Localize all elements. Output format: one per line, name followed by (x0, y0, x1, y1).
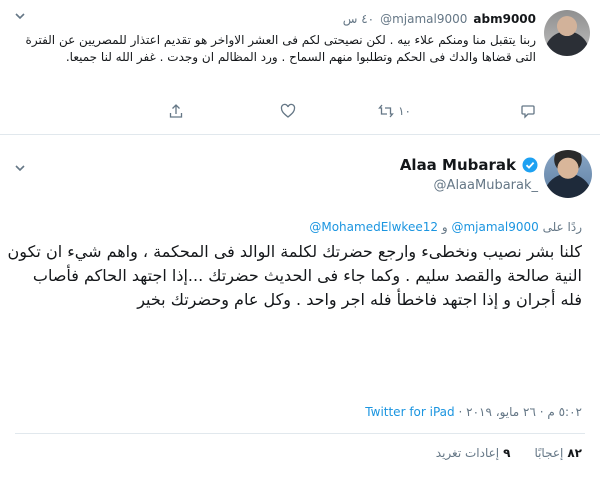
parent-tweet[interactable]: abm9000 @mjamal9000 ٤٠ س ربنا يتقبل منا … (0, 0, 600, 135)
retweet-icon (378, 104, 394, 118)
retweet-count: ١٠ (398, 104, 411, 118)
tweet-actions: ١٠ (16, 100, 536, 122)
tweet-text: كلنا بشر نصيب ونخطىء وارجع حضرتك لكلمة ا… (7, 242, 582, 309)
replying-label: ردًا على (542, 220, 582, 234)
retweet-button[interactable]: ١٠ (378, 100, 411, 122)
retweets-count: ٩ (503, 446, 511, 460)
verified-icon (522, 157, 538, 173)
retweets-label: إعادات تغريد (435, 446, 500, 460)
author-handle[interactable]: @mjamal9000 (380, 12, 467, 26)
mention-link[interactable]: @mjamal9000 (451, 220, 538, 234)
author-row: Alaa Mubarak (400, 156, 538, 174)
likes-label: إعجابًا (534, 446, 564, 460)
tweet-stats: ٩إعادات تغريد ٨٢إعجابًا (436, 446, 582, 460)
main-tweet: Alaa Mubarak @AlaaMubarak_ ردًا على @mja… (0, 140, 600, 483)
retweets-stat[interactable]: ٩إعادات تغريد (436, 446, 511, 460)
avatar[interactable] (544, 10, 590, 56)
likes-count: ٨٢ (567, 446, 582, 460)
likes-stat[interactable]: ٨٢إعجابًا (534, 446, 582, 460)
tweet-meta: ٥:٠٢ م · ٢٦ مايو، ٢٠١٩ · Twitter for iPa… (365, 405, 582, 419)
share-button[interactable] (168, 100, 184, 122)
divider (15, 433, 585, 434)
meta-separator: · (458, 405, 463, 419)
more-icon[interactable] (14, 10, 26, 22)
author-name[interactable]: abm9000 (473, 12, 536, 26)
tweet-timestamp[interactable]: ٥:٠٢ م · ٢٦ مايو، ٢٠١٩ (466, 405, 582, 419)
reply-button[interactable] (520, 100, 536, 122)
like-button[interactable] (280, 100, 296, 122)
more-icon[interactable] (14, 162, 26, 174)
avatar[interactable] (544, 150, 592, 198)
author-name[interactable]: Alaa Mubarak (400, 156, 516, 174)
reply-icon (521, 105, 535, 119)
tweet-header: abm9000 @mjamal9000 ٤٠ س (343, 12, 536, 26)
like-icon (280, 103, 296, 118)
share-icon (169, 104, 183, 118)
tweet-thread: abm9000 @mjamal9000 ٤٠ س ربنا يتقبل منا … (0, 0, 600, 483)
tweet-time[interactable]: ٤٠ س (343, 12, 374, 26)
mention-joiner: و (441, 220, 448, 234)
mention-link[interactable]: @MohamedElwkee12 (309, 220, 438, 234)
replying-to: ردًا على @mjamal9000 و @MohamedElwkee12 (309, 220, 582, 234)
author-handle[interactable]: @AlaaMubarak_ (434, 178, 538, 193)
tweet-text: ربنا يتقبل منا ومنكم علاء بيه . لكن نصيح… (25, 33, 536, 64)
tweet-source[interactable]: Twitter for iPad (365, 405, 454, 419)
